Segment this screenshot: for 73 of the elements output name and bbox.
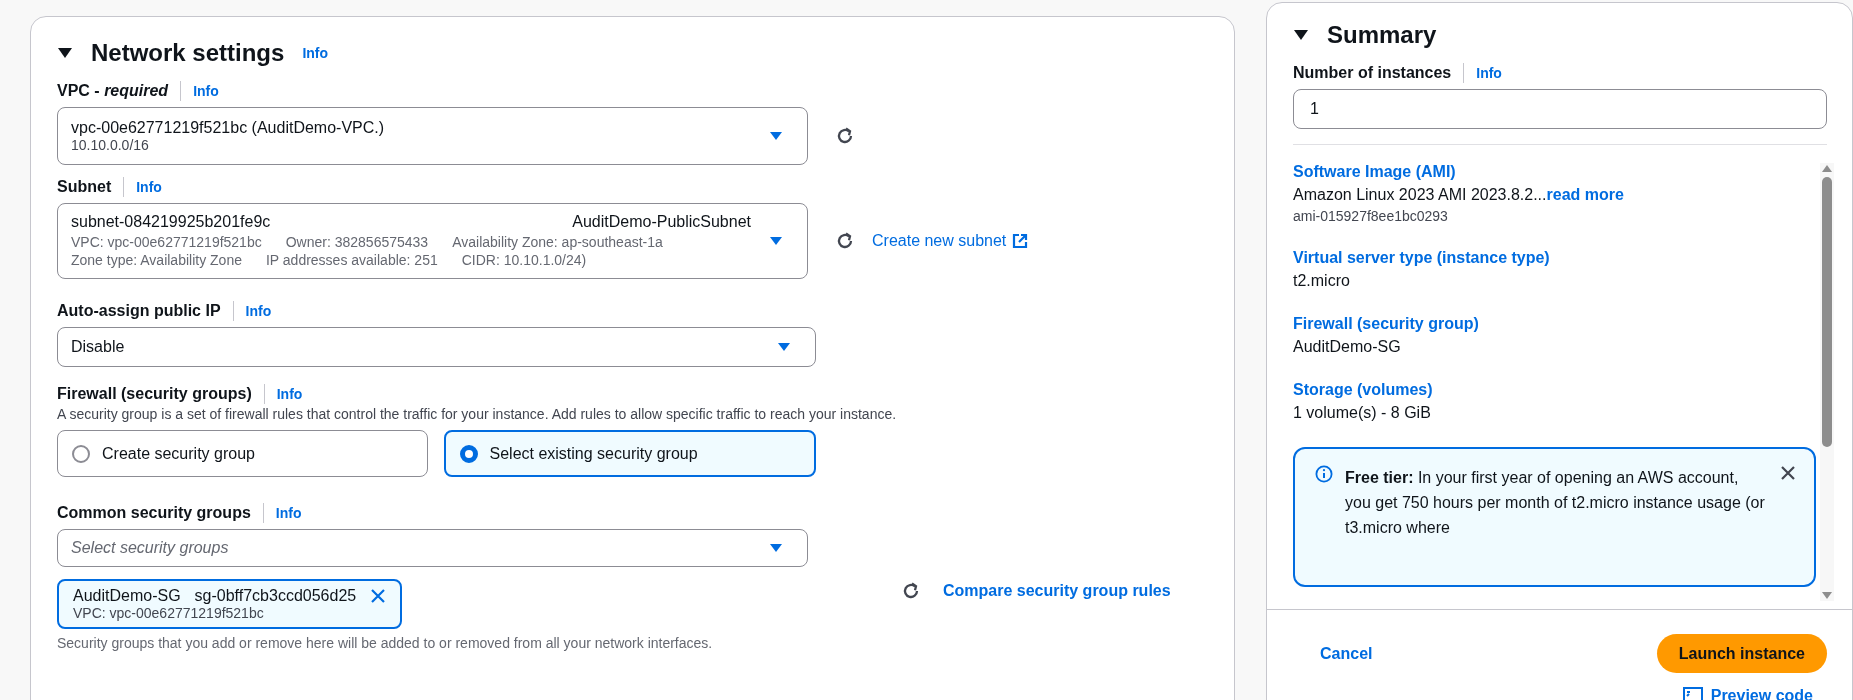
info-link[interactable]: Info (275, 505, 302, 521)
select-value: vpc-00e62771219f521bc (AuditDemo-VPC.) (71, 119, 386, 137)
select-value: Disable (71, 338, 125, 355)
info-link[interactable]: Info (302, 45, 329, 61)
dropdown-caret-icon (769, 236, 783, 246)
compare-rules-link[interactable]: Compare security group rules (943, 582, 1171, 600)
field-label: Number of instances (1293, 64, 1452, 82)
public-ip-select[interactable]: Disable (57, 327, 816, 367)
subnet-detail: Zone type: Availability Zone (71, 251, 242, 269)
field-label: Auto-assign public IP (57, 302, 221, 320)
subnet-detail: IP addresses available: 251 (265, 251, 438, 269)
token-id: sg-0bff7cb3ccd056d25 (194, 587, 357, 605)
subnet-detail: Availability Zone: ap-southeast-1a (452, 233, 663, 251)
info-link[interactable]: Info (136, 179, 162, 195)
info-link[interactable]: Info (1476, 65, 1502, 81)
dropdown-caret-icon (769, 131, 783, 141)
subnet-detail: VPC: vpc-00e62771219f521bc (71, 233, 262, 251)
subnet-detail: CIDR: 10.10.1.0/24) (461, 251, 587, 269)
scroll-down-icon[interactable] (1821, 591, 1833, 601)
token-detail: VPC: vpc-00e62771219f521bc (73, 605, 265, 621)
read-more-link[interactable]: read more (1546, 186, 1624, 204)
close-icon[interactable] (370, 588, 387, 604)
radio-option[interactable]: Create security group (57, 430, 428, 477)
external-link-icon (1012, 233, 1029, 249)
info-link[interactable]: Info (276, 386, 303, 402)
select-detail: 10.10.0.0/16 (71, 137, 150, 153)
create-subnet-link[interactable]: Create new subnet (872, 232, 1007, 250)
section-title: Network settings (91, 39, 285, 67)
code-icon (1682, 687, 1703, 700)
info-icon (1315, 465, 1333, 483)
summary-item-title[interactable]: Virtual server type (instance type) (1293, 249, 1816, 267)
radio-icon[interactable] (72, 444, 90, 463)
summary-item-title[interactable]: Storage (volumes) (1293, 381, 1816, 399)
scrollbar[interactable] (1820, 163, 1834, 601)
field-label: Common security groups (57, 504, 251, 522)
scroll-up-icon[interactable] (1821, 163, 1833, 173)
select-value: subnet-084219925b201fe9c (71, 213, 271, 231)
dropdown-caret-icon (777, 342, 791, 352)
cancel-link[interactable]: Cancel (1320, 644, 1373, 663)
summary-item-detail: ami-015927f8ee1bc0293 (1293, 208, 1449, 224)
summary-item-value: 1 volume(s) - 8 GiB (1293, 404, 1432, 422)
summary-item-value: t2.micro (1293, 272, 1351, 290)
help-text: Security groups that you add or remove here will be added to or removed from all your network interfaces. (57, 635, 714, 651)
info-link[interactable]: Info (245, 303, 272, 319)
section-title: Summary (1327, 21, 1437, 49)
subnet-name: AuditDemo-PublicSubnet (572, 213, 751, 231)
radio-label: Select existing security group (489, 444, 698, 463)
field-description: A security group is a set of firewall rules that control the traffic for your instance. Add rules to allow specific traffic to reach your instance. (57, 406, 898, 422)
radio-icon[interactable] (459, 444, 478, 463)
instances-input[interactable]: 1 (1293, 89, 1827, 129)
field-label: Firewall (security groups) (57, 385, 252, 403)
refresh-icon[interactable] (901, 581, 921, 601)
summary-item-value: Amazon Linux 2023 AMI 2023.8.2... (1293, 186, 1547, 204)
field-label: Subnet (57, 178, 112, 196)
summary-item-value: AuditDemo-SG (1293, 338, 1402, 356)
summary-item-title[interactable]: Software Image (AMI) (1293, 163, 1816, 181)
radio-option[interactable]: Select existing security group (443, 430, 816, 477)
field-label: VPC - required (57, 82, 169, 100)
dropdown-caret-icon (769, 543, 783, 553)
radio-label: Create security group (102, 444, 255, 463)
refresh-icon[interactable] (835, 126, 855, 146)
select-placeholder: Select security groups (71, 539, 229, 556)
vpc-select[interactable]: vpc-00e62771219f521bc (AuditDemo-VPC.) 10.10.0.0/16 (57, 107, 808, 165)
subnet-select[interactable] (57, 203, 808, 279)
summary-item-title[interactable]: Firewall (security group) (1293, 315, 1816, 333)
close-icon[interactable] (1780, 465, 1796, 481)
info-link[interactable]: Info (193, 83, 219, 99)
token-name: AuditDemo-SG (73, 587, 181, 605)
alert-text: Free tier: In your first year of opening an AWS account, you get 750 hours per month of t2.micro instance usage (or t3.micro where (1345, 468, 1766, 538)
launch-instance-button[interactable]: Launch instance (1656, 634, 1827, 673)
subnet-detail: Owner: 382856575433 (285, 233, 429, 251)
security-group-select[interactable]: Select security groups (57, 529, 808, 567)
refresh-icon[interactable] (835, 231, 855, 251)
